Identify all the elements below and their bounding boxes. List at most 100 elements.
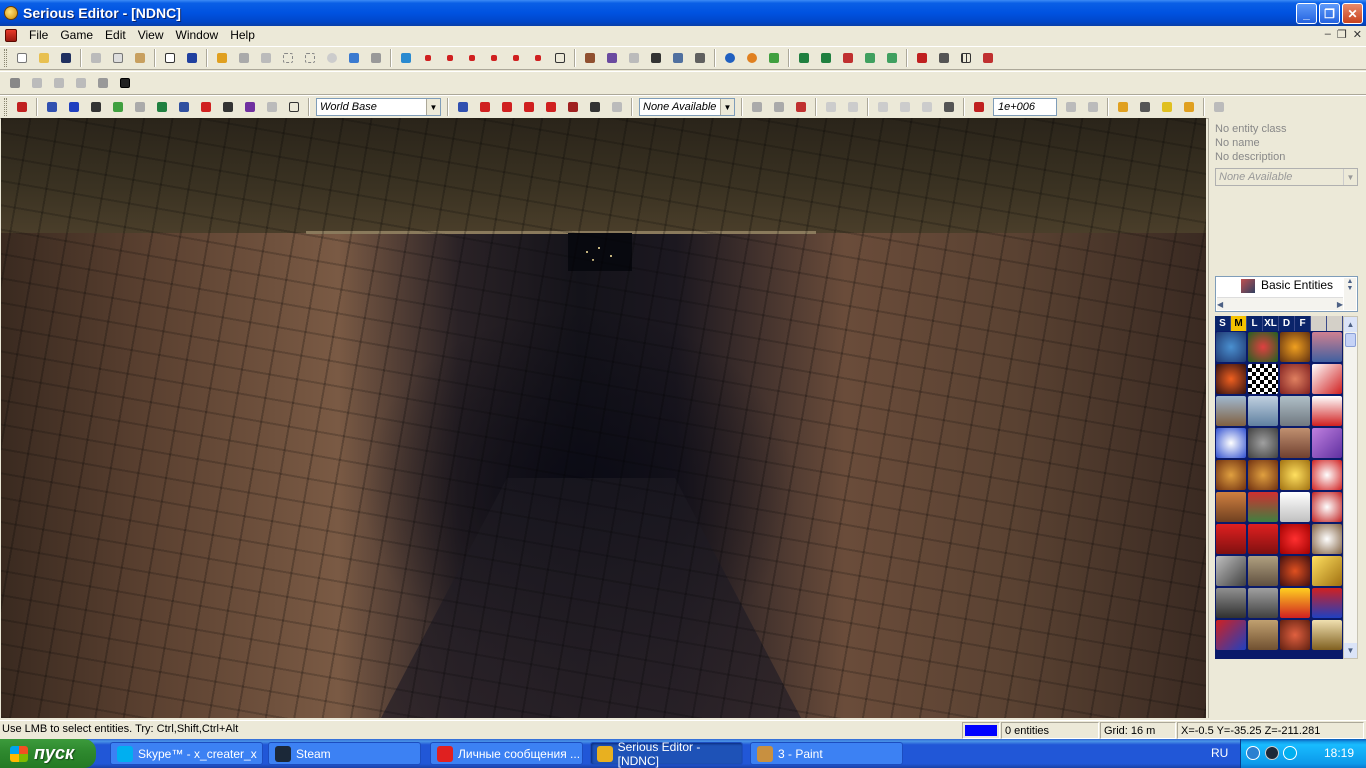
toolbar-grip[interactable]: [4, 98, 7, 116]
entity-tool-5-icon[interactable]: [153, 98, 171, 116]
view-2-icon[interactable]: [50, 74, 68, 92]
entity-tool-9-icon[interactable]: [241, 98, 259, 116]
task-skype[interactable]: Skype™ - x_creater_x: [110, 742, 263, 765]
entity-tree[interactable]: Basic Entities ◀ ▶ ▲ ▼: [1215, 276, 1358, 312]
layer-green-1-icon[interactable]: [795, 49, 813, 67]
entity-tool-7-icon[interactable]: [197, 98, 215, 116]
hand-icon[interactable]: [1280, 364, 1310, 394]
entity-tool-6-icon[interactable]: [175, 98, 193, 116]
heart-icon[interactable]: [1280, 524, 1310, 554]
gallery-scrollbar[interactable]: ▲ ▼: [1343, 316, 1358, 659]
mdi-restore-button[interactable]: ❐: [1337, 28, 1347, 41]
menu-edit[interactable]: Edit: [99, 26, 132, 45]
scroll-right-icon[interactable]: ▶: [1337, 300, 1343, 309]
entity-tool-10-icon[interactable]: [263, 98, 281, 116]
layer-edit-icon[interactable]: [861, 49, 879, 67]
target-icon[interactable]: [323, 49, 341, 67]
task-steam[interactable]: Steam: [268, 742, 421, 765]
entity-tool-4-icon[interactable]: [131, 98, 149, 116]
task-serious-editor[interactable]: Serious Editor - [NDNC]: [590, 740, 743, 768]
crystal-icon[interactable]: [1312, 428, 1342, 458]
pad-icon[interactable]: [1248, 428, 1278, 458]
entity-tool-11-icon[interactable]: [285, 98, 303, 116]
tab-f[interactable]: F: [1295, 316, 1311, 331]
task-opera[interactable]: Личные сообщения ...: [430, 742, 583, 765]
disabled-1-icon[interactable]: [822, 98, 840, 116]
menu-file[interactable]: File: [23, 26, 54, 45]
brush-2-icon[interactable]: [476, 98, 494, 116]
chevron-down-icon[interactable]: ▼: [426, 99, 440, 115]
spark-3-icon[interactable]: [1158, 98, 1176, 116]
hammer-icon[interactable]: [367, 49, 385, 67]
anchor-icon[interactable]: [87, 98, 105, 116]
entity-red-2-icon[interactable]: [441, 49, 459, 67]
book-icon[interactable]: [1312, 620, 1342, 650]
box-icon[interactable]: [1216, 524, 1246, 554]
menu-window[interactable]: Window: [170, 26, 225, 45]
entity-tool-2-icon[interactable]: [65, 98, 83, 116]
language-indicator[interactable]: RU: [1211, 746, 1228, 760]
drop-marker-icon[interactable]: [13, 98, 31, 116]
steam-tray-icon[interactable]: [1265, 746, 1279, 760]
tree-horizontal-scrollbar[interactable]: ◀ ▶: [1217, 297, 1343, 310]
paste-icon[interactable]: [131, 49, 149, 67]
scroll-up-icon[interactable]: ▲: [1344, 317, 1357, 332]
picture-icon[interactable]: [345, 49, 363, 67]
brush-8-icon[interactable]: [608, 98, 626, 116]
context-help-icon[interactable]: [183, 49, 201, 67]
brush-1-icon[interactable]: [454, 98, 472, 116]
brush-5-icon[interactable]: [542, 98, 560, 116]
tab-s[interactable]: S: [1215, 316, 1231, 331]
serious-editor-app-icon[interactable]: [4, 6, 18, 20]
axis-icon[interactable]: [935, 49, 953, 67]
scissors-icon[interactable]: [940, 98, 958, 116]
task-paint[interactable]: 3 - Paint: [750, 742, 903, 765]
model-icon[interactable]: [581, 49, 599, 67]
layer-green-2-icon[interactable]: [817, 49, 835, 67]
fire-icon[interactable]: [1216, 364, 1246, 394]
world-base-icon[interactable]: [1216, 332, 1246, 362]
world-base-combo[interactable]: World Base ▼: [316, 98, 441, 116]
camera-marker-icon[interactable]: [1216, 588, 1246, 618]
brush-4-icon[interactable]: [520, 98, 538, 116]
ammo-icon[interactable]: [1248, 556, 1278, 586]
entity-red-1-icon[interactable]: [419, 49, 437, 67]
fx-icon[interactable]: [1280, 588, 1310, 618]
grid-snap-icon[interactable]: [397, 49, 415, 67]
sign-icon[interactable]: [1312, 396, 1342, 426]
none-available-combo[interactable]: None Available ▼: [639, 98, 735, 116]
scroll-left-icon[interactable]: ◀: [1217, 300, 1223, 309]
spark-icon[interactable]: [1312, 460, 1342, 490]
menu-game[interactable]: Game: [54, 26, 99, 45]
grid-icon[interactable]: [957, 49, 975, 67]
guitars-icon[interactable]: [1248, 460, 1278, 490]
scroll-down-icon[interactable]: ▼: [1344, 643, 1357, 658]
open-folder-icon[interactable]: [35, 49, 53, 67]
landscape-3-icon[interactable]: [1280, 396, 1310, 426]
tab-xl[interactable]: XL: [1263, 316, 1279, 331]
layer-red-icon[interactable]: [839, 49, 857, 67]
value-icon[interactable]: [970, 98, 988, 116]
menu-help[interactable]: Help: [224, 26, 261, 45]
tab-d[interactable]: D: [1279, 316, 1295, 331]
spark-2-icon[interactable]: [1136, 98, 1154, 116]
shell-icon[interactable]: [1280, 556, 1310, 586]
quad-view-icon[interactable]: [979, 49, 997, 67]
landscape-2-icon[interactable]: [1248, 396, 1278, 426]
chevron-down-icon[interactable]: ▼: [1343, 169, 1357, 185]
brush-3-icon[interactable]: [498, 98, 516, 116]
bell-icon[interactable]: [1280, 460, 1310, 490]
mip-icon[interactable]: [6, 74, 24, 92]
align-2-icon[interactable]: [1084, 98, 1102, 116]
link-1-icon[interactable]: [748, 98, 766, 116]
landscape-1-icon[interactable]: [1216, 396, 1246, 426]
switch-icon[interactable]: [1248, 492, 1278, 522]
select-rect-icon[interactable]: [279, 49, 297, 67]
player-marker-icon[interactable]: [1248, 332, 1278, 362]
console-icon[interactable]: [116, 74, 134, 92]
rock-icon[interactable]: [1280, 428, 1310, 458]
new-file-icon[interactable]: [13, 49, 31, 67]
add-entity-icon[interactable]: [213, 49, 231, 67]
tree-item-basic-entities[interactable]: Basic Entities: [1261, 278, 1333, 292]
cut-icon[interactable]: [87, 49, 105, 67]
